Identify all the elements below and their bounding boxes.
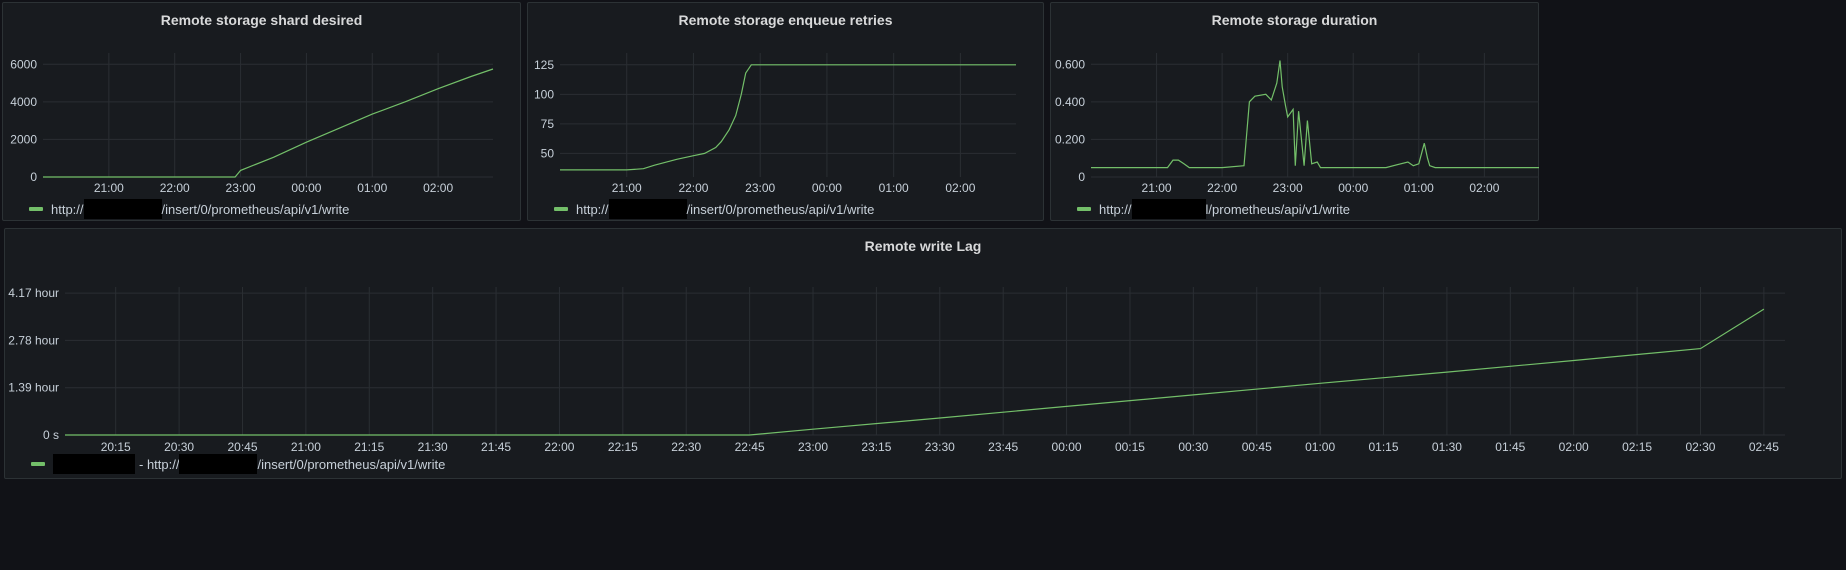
y-tick-label: 125 [534, 58, 554, 72]
x-tick-label: 01:30 [1432, 440, 1462, 454]
legend-url-prefix: http:// [51, 201, 84, 217]
grid [43, 53, 493, 178]
redacted-block [53, 454, 135, 474]
grid [1091, 53, 1539, 178]
y-tick-label: 50 [541, 146, 555, 160]
legend-url-suffix: /insert/0/prometheus/api/v1/write [161, 201, 350, 217]
x-tick-label: 23:30 [925, 440, 955, 454]
panel-remote-write-lag[interactable]: Remote write Lag 0 s 1.39 hour 2.78 hour 4.… [4, 228, 1842, 479]
x-tick-label: 02:00 [423, 181, 453, 195]
x-tick-label: 22:00 [1207, 181, 1237, 195]
chart-enqueue-retries: 50 75 100 125 21:00 22:00 23:00 00:00 01:00 02:00 [534, 53, 1016, 195]
x-tick-label: 21:00 [94, 181, 124, 195]
y-tick-label: 1.39 hour [8, 381, 59, 395]
legend-url-suffix: /insert/0/prometheus/api/v1/write [257, 456, 446, 472]
redacted-block [83, 199, 162, 219]
y-tick-label: 100 [534, 87, 554, 101]
x-tick-label: 21:15 [354, 440, 384, 454]
y-tick-label: 4.17 hour [8, 286, 59, 300]
y-tick-label: 0 s [43, 428, 59, 442]
y-tick-label: 75 [541, 117, 555, 131]
x-tick-label: 02:00 [1559, 440, 1589, 454]
x-tick-label: 20:30 [164, 440, 194, 454]
x-tick-label: 23:15 [861, 440, 891, 454]
x-tick-label: 01:00 [357, 181, 387, 195]
series-color-swatch [1077, 207, 1091, 211]
redacted-block [608, 199, 687, 219]
x-tick-label: 00:00 [291, 181, 321, 195]
x-tick-label: 23:00 [226, 181, 256, 195]
x-tick-label: 21:00 [291, 440, 321, 454]
x-tick-label: 00:30 [1178, 440, 1208, 454]
x-tick-label: 23:45 [988, 440, 1018, 454]
y-tick-label: 6000 [10, 57, 37, 71]
x-tick-label: 00:00 [1338, 181, 1368, 195]
legend-url-suffix: /insert/0/prometheus/api/v1/write [686, 201, 875, 217]
x-tick-label: 23:00 [798, 440, 828, 454]
series-line[interactable] [65, 308, 1765, 436]
y-tick-label: 0.600 [1055, 57, 1085, 71]
series-line[interactable] [43, 68, 494, 178]
series-color-swatch [31, 462, 45, 466]
x-tick-label: 22:15 [608, 440, 638, 454]
legend[interactable]: http:// /insert/0/prometheus/api/v1/writ… [554, 199, 874, 219]
panel-shard-desired[interactable]: Remote storage shard desired 0 2000 4000 60… [2, 2, 521, 221]
x-tick-label: 02:15 [1622, 440, 1652, 454]
x-tick-label: 01:00 [1404, 181, 1434, 195]
x-tick-label: 00:00 [812, 181, 842, 195]
redacted-block [179, 454, 258, 474]
x-tick-label: 02:00 [1469, 181, 1499, 195]
x-tick-label: 01:00 [1305, 440, 1335, 454]
x-tick-label: 01:00 [879, 181, 909, 195]
series-line[interactable] [1091, 60, 1539, 169]
y-tick-label: 0.200 [1055, 132, 1085, 146]
x-tick-label: 22:00 [678, 181, 708, 195]
x-tick-label: 23:00 [745, 181, 775, 195]
x-tick-label: 00:15 [1115, 440, 1145, 454]
y-tick-label: 0 [1078, 170, 1085, 184]
grid [65, 287, 1785, 436]
legend-url-prefix: http:// [1099, 201, 1132, 217]
y-tick-label: 2000 [10, 132, 37, 146]
legend-url-prefix: - http:// [139, 456, 180, 472]
x-tick-label: 22:30 [671, 440, 701, 454]
grid [560, 53, 1016, 177]
series-color-swatch [554, 207, 568, 211]
legend[interactable]: http:// /insert/0/prometheus/api/v1/writ… [29, 199, 349, 219]
legend[interactable]: - http:// /insert/0/prometheus/api/v1/wr… [31, 454, 445, 474]
x-tick-label: 20:15 [101, 440, 131, 454]
chart-shard-desired: 0 2000 4000 6000 21:00 22:00 23:00 00:00 01:00 02… [10, 53, 494, 195]
x-tick-label: 20:45 [227, 440, 257, 454]
x-tick-label: 22:00 [160, 181, 190, 195]
y-tick-label: 2.78 hour [8, 333, 59, 347]
redacted-block [1131, 199, 1206, 219]
x-tick-label: 00:00 [1052, 440, 1082, 454]
y-tick-label: 4000 [10, 95, 37, 109]
series-color-swatch [29, 207, 43, 211]
y-tick-label: 0.400 [1055, 95, 1085, 109]
x-tick-label: 22:45 [735, 440, 765, 454]
x-tick-label: 02:30 [1685, 440, 1715, 454]
x-tick-label: 23:00 [1273, 181, 1303, 195]
legend[interactable]: http:// l/prometheus/api/v1/write [1077, 199, 1350, 219]
legend-url-prefix: http:// [576, 201, 609, 217]
x-tick-label: 21:30 [418, 440, 448, 454]
chart-storage-duration: 0 0.200 0.400 0.600 21:00 22:00 23:00 00:00 01:0… [1055, 53, 1539, 195]
panel-storage-duration[interactable]: Remote storage duration 0 0.200 0.400 0.600… [1050, 2, 1539, 221]
x-tick-label: 21:00 [1142, 181, 1172, 195]
series-line[interactable] [560, 64, 1016, 171]
x-tick-label: 21:45 [481, 440, 511, 454]
chart-remote-write-lag: 0 s 1.39 hour 2.78 hour 4.17 hour 20:15 20:30… [8, 286, 1785, 454]
x-tick-label: 21:00 [612, 181, 642, 195]
x-tick-label: 22:00 [544, 440, 574, 454]
y-tick-label: 0 [30, 170, 37, 184]
x-tick-label: 02:00 [945, 181, 975, 195]
x-tick-label: 01:45 [1495, 440, 1525, 454]
legend-url-suffix: l/prometheus/api/v1/write [1205, 201, 1351, 217]
panel-enqueue-retries[interactable]: Remote storage enqueue retries 50 75 100 12… [527, 2, 1044, 221]
x-tick-label: 01:15 [1369, 440, 1399, 454]
x-tick-label: 02:45 [1749, 440, 1779, 454]
x-tick-label: 00:45 [1242, 440, 1272, 454]
